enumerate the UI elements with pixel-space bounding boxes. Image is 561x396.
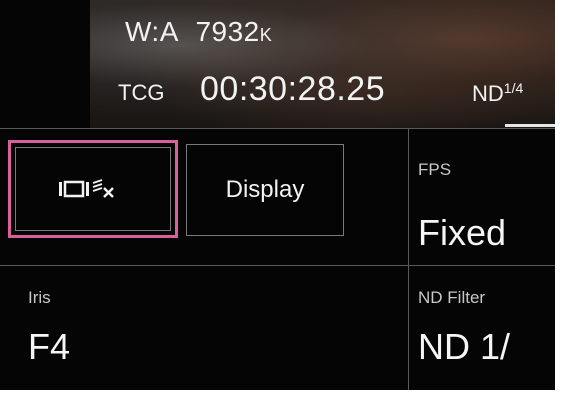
white-balance-readout: W:A 7932K	[125, 16, 272, 48]
divider-vertical	[408, 128, 409, 390]
display-off-button-frame	[15, 147, 171, 231]
fps-label: FPS	[418, 160, 452, 179]
iris-label: Iris	[28, 288, 51, 307]
nd-filter-label: ND Filter	[418, 288, 486, 307]
nd-readout: ND1/4	[472, 80, 523, 107]
nd-filter-value: ND 1/	[418, 326, 511, 367]
white-balance-unit: K	[259, 25, 273, 45]
fps-value: Fixed	[418, 212, 507, 253]
tab-indicator	[505, 124, 555, 127]
display-button[interactable]: Display	[186, 144, 344, 236]
white-balance-value: 7932	[195, 16, 260, 47]
white-balance-prefix: W:A	[125, 16, 179, 47]
display-off-button[interactable]	[8, 140, 178, 238]
camera-control-screen: W:A 7932K TCG 00:30:28.25 ND1/4 Display …	[0, 0, 555, 390]
timecode-label: TCG	[118, 80, 165, 105]
nd-label: ND	[472, 81, 504, 106]
divider-middle	[0, 265, 555, 266]
divider-top	[0, 128, 555, 129]
iris-value: F4	[28, 326, 71, 367]
nd-fraction: 1/4	[503, 80, 524, 96]
display-button-label: Display	[225, 176, 305, 203]
timecode-value: 00:30:28.25	[200, 70, 386, 108]
display-off-icon	[59, 179, 114, 198]
